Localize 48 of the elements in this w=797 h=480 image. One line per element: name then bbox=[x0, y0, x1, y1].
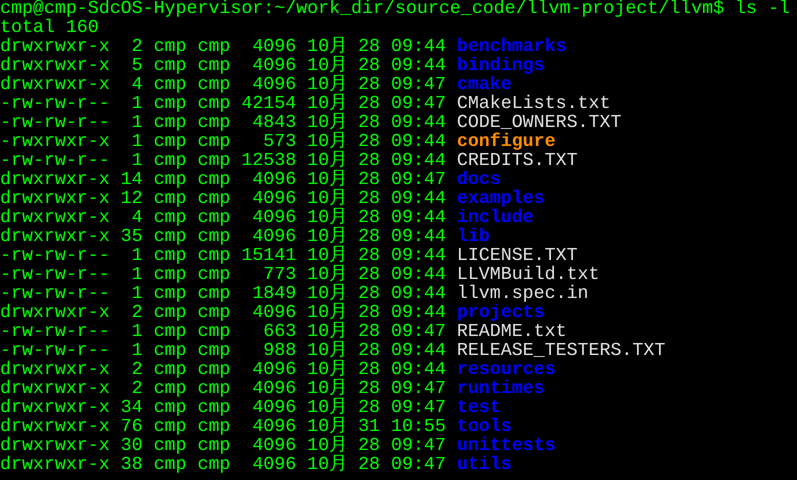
file-details: drwxrwxr-x 12 cmp cmp 4096 10月 28 09:44 bbox=[0, 190, 446, 209]
file-name: README.txt bbox=[456, 323, 567, 342]
file-name: CREDITS.TXT bbox=[456, 152, 578, 171]
command-prompt: cmp@cmp-SdcOS-Hypervisor:~/work_dir/source_code/llvm-project/llvm$ ls -l bbox=[0, 0, 790, 19]
file-details: -rwxrwxr-x 1 cmp cmp 573 10月 28 09:44 bbox=[0, 133, 446, 152]
directory-name: runtimes bbox=[456, 380, 545, 399]
directory-name: tools bbox=[456, 418, 512, 437]
directory-name: lib bbox=[456, 228, 490, 247]
file-name: llvm.spec.in bbox=[456, 285, 589, 304]
directory-name: unittests bbox=[456, 437, 556, 456]
directory-name: docs bbox=[456, 171, 501, 190]
file-details: -rw-rw-r-- 1 cmp cmp 988 10月 28 09:44 bbox=[0, 342, 446, 361]
file-details: drwxrwxr-x 2 cmp cmp 4096 10月 28 09:44 bbox=[0, 38, 446, 57]
file-details: -rw-rw-r-- 1 cmp cmp 4843 10月 28 09:44 bbox=[0, 114, 446, 133]
file-details: drwxrwxr-x 76 cmp cmp 4096 10月 31 10:55 bbox=[0, 418, 446, 437]
file-details: -rw-rw-r-- 1 cmp cmp 42154 10月 28 09:47 bbox=[0, 95, 446, 114]
file-name: CODE_OWNERS.TXT bbox=[456, 114, 622, 133]
directory-name: test bbox=[456, 399, 501, 418]
file-details: drwxrwxr-x 2 cmp cmp 4096 10月 28 09:44 bbox=[0, 361, 446, 380]
total-line: total 160 bbox=[0, 19, 99, 38]
file-name: LICENSE.TXT bbox=[456, 247, 578, 266]
file-name: CMakeLists.txt bbox=[456, 95, 610, 114]
directory-name: utils bbox=[456, 456, 512, 475]
directory-name: benchmarks bbox=[456, 38, 567, 57]
directory-name: examples bbox=[456, 190, 545, 209]
directory-name: bindings bbox=[456, 57, 545, 76]
file-details: drwxrwxr-x 35 cmp cmp 4096 10月 28 09:44 bbox=[0, 228, 446, 247]
file-details: drwxrwxr-x 5 cmp cmp 4096 10月 28 09:44 bbox=[0, 57, 446, 76]
file-details: -rw-rw-r-- 1 cmp cmp 773 10月 28 09:44 bbox=[0, 266, 446, 285]
file-details: drwxrwxr-x 14 cmp cmp 4096 10月 28 09:47 bbox=[0, 171, 446, 190]
file-details: -rw-rw-r-- 1 cmp cmp 1849 10月 28 09:44 bbox=[0, 285, 446, 304]
file-details: drwxrwxr-x 4 cmp cmp 4096 10月 28 09:47 bbox=[0, 76, 446, 95]
executable-name: configure bbox=[456, 133, 556, 152]
file-details: drwxrwxr-x 38 cmp cmp 4096 10月 28 09:47 bbox=[0, 456, 446, 475]
file-name: RELEASE_TESTERS.TXT bbox=[456, 342, 666, 361]
file-details: -rw-rw-r-- 1 cmp cmp 12538 10月 28 09:44 bbox=[0, 152, 446, 171]
file-details: drwxrwxr-x 4 cmp cmp 4096 10月 28 09:44 bbox=[0, 209, 446, 228]
directory-name: cmake bbox=[456, 76, 512, 95]
file-details: drwxrwxr-x 2 cmp cmp 4096 10月 28 09:47 bbox=[0, 380, 446, 399]
directory-name: include bbox=[456, 209, 534, 228]
file-details: -rw-rw-r-- 1 cmp cmp 15141 10月 28 09:44 bbox=[0, 247, 446, 266]
file-name: LLVMBuild.txt bbox=[456, 266, 600, 285]
file-details: drwxrwxr-x 2 cmp cmp 4096 10月 28 09:44 bbox=[0, 304, 446, 323]
file-details: -rw-rw-r-- 1 cmp cmp 663 10月 28 09:47 bbox=[0, 323, 446, 342]
directory-name: resources bbox=[456, 361, 556, 380]
file-details: drwxrwxr-x 34 cmp cmp 4096 10月 28 09:47 bbox=[0, 399, 446, 418]
directory-name: projects bbox=[456, 304, 545, 323]
file-details: drwxrwxr-x 30 cmp cmp 4096 10月 28 09:47 bbox=[0, 437, 446, 456]
